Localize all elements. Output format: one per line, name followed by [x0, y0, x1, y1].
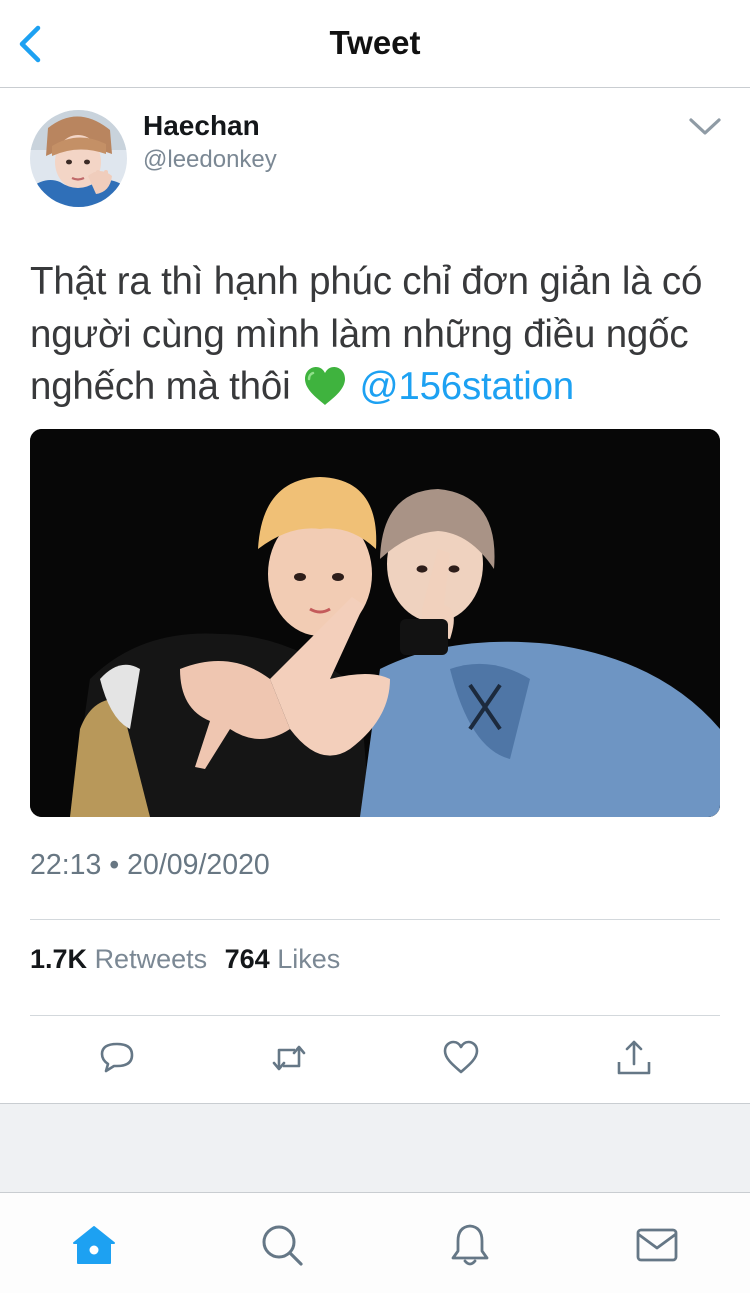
retweet-icon — [272, 1045, 306, 1071]
author-name[interactable]: Haechan — [143, 110, 260, 142]
share-icon — [617, 1040, 651, 1075]
retweet-button[interactable] — [269, 1038, 309, 1078]
navigation-bar: Tweet — [0, 0, 750, 88]
like-icon — [443, 1040, 479, 1074]
notifications-icon — [451, 1224, 489, 1266]
avatar-photo — [30, 110, 127, 207]
tweet-timestamp[interactable]: 22:13 • 20/09/2020 — [30, 849, 270, 882]
retweets-stat[interactable]: 1.7K Retweets — [30, 944, 207, 974]
chevron-down-icon — [689, 118, 721, 135]
photo-image — [30, 429, 720, 817]
gray-separator-area — [0, 1103, 750, 1193]
tab-search[interactable] — [258, 1221, 306, 1269]
tab-bar — [0, 1193, 750, 1293]
tab-notifications[interactable] — [446, 1221, 494, 1269]
retweet-count: 1.7K — [30, 944, 88, 974]
reply-button[interactable] — [97, 1038, 137, 1078]
tweet-actions — [0, 1038, 750, 1082]
like-label: Likes — [277, 944, 341, 974]
retweet-label: Retweets — [94, 944, 208, 974]
divider — [30, 1015, 720, 1016]
divider — [30, 919, 720, 920]
tab-home[interactable] — [70, 1221, 118, 1269]
green-heart-emoji — [304, 367, 345, 405]
messages-icon — [636, 1228, 678, 1262]
page-title: Tweet — [329, 24, 421, 61]
avatar[interactable] — [30, 110, 127, 207]
share-button[interactable] — [614, 1038, 654, 1078]
tweet-text: Thật ra thì hạnh phúc chỉ đơn giản là có… — [30, 256, 720, 414]
search-icon — [262, 1225, 303, 1266]
more-options-button[interactable] — [686, 112, 724, 142]
tweet-detail: Haechan @leedonkey Thật ra thì hạnh phúc… — [0, 88, 750, 1103]
likes-stat[interactable]: 764 Likes — [225, 944, 341, 974]
tweet-stats: 1.7K Retweets 764 Likes — [30, 944, 350, 975]
home-icon — [73, 1226, 115, 1264]
reply-icon — [100, 1042, 134, 1073]
tweet-photo[interactable] — [30, 429, 720, 817]
tab-messages[interactable] — [633, 1221, 681, 1269]
like-button[interactable] — [441, 1038, 481, 1078]
like-count: 764 — [224, 944, 270, 974]
mention-link[interactable]: @156station — [359, 365, 574, 408]
author-handle[interactable]: @leedonkey — [143, 146, 277, 174]
